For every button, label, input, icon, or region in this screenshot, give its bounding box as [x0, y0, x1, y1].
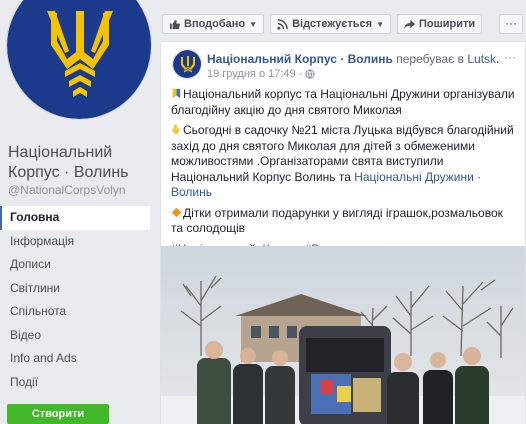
waving-hand-icon: [172, 124, 180, 135]
post-options-icon[interactable]: ···: [504, 50, 516, 64]
profile-picture[interactable]: [6, 0, 152, 120]
post-paragraph-2: Сьогодні в садочку №21 міста Луцька відб…: [171, 123, 514, 199]
chevron-down-icon: ▼: [249, 19, 258, 29]
post-author-link[interactable]: Національний Корпус · Волинь: [207, 52, 393, 66]
follow-button[interactable]: Відстежується ▼: [270, 14, 391, 34]
ribbon-icon: [172, 88, 181, 99]
left-column: Національний Корпус · Волинь @NationalCo…: [0, 0, 152, 424]
share-button[interactable]: Поширити: [396, 14, 483, 34]
orange-diamond-icon: [171, 207, 182, 217]
location-prefix: перебуває в: [396, 52, 464, 66]
more-options-button[interactable]: ···: [499, 14, 523, 34]
page-handle[interactable]: @NationalCorpsVolyn: [8, 183, 126, 197]
post-text: Національний корпус та Національні Дружи…: [171, 87, 517, 262]
chevron-down-icon: ▼: [376, 19, 384, 29]
nav-item-info-ads[interactable]: Info and Ads: [0, 347, 150, 371]
nav-item-events[interactable]: Події: [0, 371, 150, 395]
create-page-button[interactable]: Створити сторінку: [7, 404, 109, 424]
page-action-bar: Вподобано ▼ Відстежується ▼ Поширити: [162, 14, 483, 34]
nav-item-photos[interactable]: Світлини: [0, 277, 150, 301]
post-paragraph-1: Національний корпус та Національні Дружи…: [171, 87, 515, 117]
share-arrow-icon: [403, 19, 415, 29]
like-label: Вподобано: [184, 18, 246, 30]
nav-item-community[interactable]: Спільнота: [0, 300, 150, 324]
post-location-link[interactable]: Lutsk: [467, 52, 496, 66]
nav-item-posts[interactable]: Дописи: [0, 253, 150, 277]
nav-item-videos[interactable]: Відео: [0, 324, 150, 348]
post-author-avatar[interactable]: [172, 49, 202, 79]
trident-emblem-icon: [173, 50, 201, 78]
share-label: Поширити: [418, 18, 476, 30]
nav-item-home[interactable]: Головна: [0, 206, 150, 230]
post-card: Національний Корпус · Волинь перебуває в…: [160, 41, 526, 424]
globe-icon: [305, 69, 316, 79]
trident-emblem-icon: [7, 0, 151, 119]
page-title[interactable]: Національний Корпус · Волинь: [8, 143, 148, 183]
post-photo-image: [161, 246, 525, 424]
post-timestamp[interactable]: 19 грудня о 17:49 ·: [207, 68, 302, 80]
post-paragraph-3: Дітки отримали подарунки у вигляді іграш…: [171, 205, 503, 236]
nav-item-info[interactable]: Інформація: [0, 230, 150, 254]
like-button[interactable]: Вподобано ▼: [162, 14, 265, 34]
post-header: Національний Корпус · Волинь перебуває в…: [207, 52, 500, 66]
post-photo[interactable]: [161, 246, 525, 424]
rss-icon: [277, 18, 288, 30]
page-nav: Головна Інформація Дописи Світлини Спіль…: [0, 206, 150, 394]
follow-label: Відстежується: [292, 18, 373, 30]
post-meta: 19 грудня о 17:49 ·: [207, 68, 316, 80]
thumbs-up-icon: [169, 19, 180, 29]
